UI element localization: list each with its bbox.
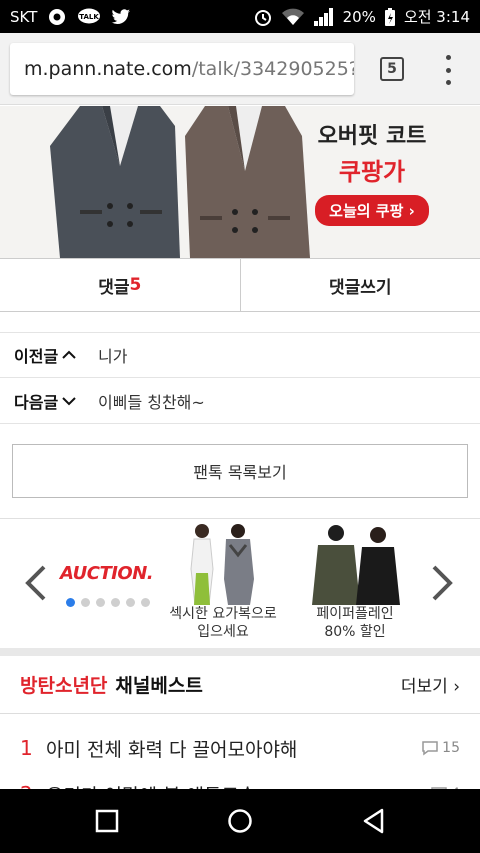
url-field[interactable]: m.pann.nate.com/talk/334290525?cl — [10, 43, 354, 95]
carousel-dots — [66, 598, 150, 607]
comments-label: 댓글 — [98, 277, 130, 298]
kakaotalk-icon — [47, 7, 67, 27]
carousel-dot — [66, 598, 75, 607]
ad-product-paperplane-caption-1: 페이퍼플레인 — [316, 606, 394, 622]
talk-icon: TALK — [77, 8, 101, 26]
wifi-icon — [281, 8, 305, 26]
carrier-label: SKT — [10, 7, 38, 26]
chevron-down-icon — [62, 396, 76, 405]
comment-count: 15 — [421, 740, 460, 756]
signal-icon — [313, 7, 335, 27]
recent-apps-icon[interactable] — [95, 809, 119, 833]
carousel-prev-icon[interactable] — [22, 563, 48, 603]
url-host: m.pann.nate.com — [24, 58, 192, 80]
overflow-menu-icon[interactable] — [440, 55, 456, 85]
best-rank: 1 — [20, 736, 33, 760]
battery-icon — [384, 7, 396, 27]
next-post-title: 이삐들 칭찬해~ — [98, 392, 205, 412]
back-icon[interactable] — [362, 808, 386, 834]
section-divider — [0, 648, 480, 656]
pantalk-list-button[interactable]: 팬톡 목록보기 — [12, 444, 468, 498]
prev-post-title: 니가 — [98, 347, 128, 366]
channel-name[interactable]: 방탄소년단 — [20, 671, 107, 698]
url-path: /talk/334290525?cl — [191, 58, 354, 80]
banner-title: 오버핏 코트 — [317, 124, 427, 149]
comment-icon — [422, 741, 438, 756]
ad-product-paperplane[interactable]: 페이퍼플레인 80% 할인 — [292, 521, 418, 641]
write-comment-button[interactable]: 댓글쓰기 — [239, 259, 480, 311]
prev-post-row[interactable]: 이전글 니가 — [0, 332, 480, 378]
auction-logo[interactable]: AUCTION. — [60, 563, 154, 584]
channel-best-header: 방탄소년단 채널베스트 더보기 › — [0, 656, 480, 714]
battery-percent: 20% — [342, 7, 376, 26]
status-bar: SKT TALK 20% 오전 3:14 — [0, 0, 480, 33]
ad-product-yoga-caption-2: 입으세요 — [197, 624, 249, 640]
tab-switcher-button[interactable]: 5 — [380, 57, 404, 81]
next-post-label: 다음글 — [14, 392, 59, 412]
carousel-dot — [96, 598, 105, 607]
coupang-today-button[interactable]: 오늘의 쿠팡 › — [315, 195, 429, 226]
twitter-icon — [111, 8, 131, 25]
android-nav-bar — [0, 789, 480, 853]
coat-banner-ad[interactable]: 오버핏 코트 쿠팡가 오늘의 쿠팡 › — [0, 106, 480, 258]
banner-subtitle: 쿠팡가 — [338, 158, 406, 186]
more-link[interactable]: 더보기 › — [401, 672, 460, 697]
next-post-row[interactable]: 다음글 이삐들 칭찬해~ — [0, 378, 480, 424]
chevron-up-icon — [62, 350, 76, 359]
carousel-dot — [81, 598, 90, 607]
sweater-image — [292, 521, 418, 605]
alarm-icon — [253, 7, 273, 27]
comments-tab[interactable]: 댓글 5 — [0, 259, 240, 311]
svg-text:TALK: TALK — [80, 13, 100, 21]
carousel-dot — [111, 598, 120, 607]
write-comment-label: 댓글쓰기 — [328, 277, 392, 298]
comments-count: 5 — [129, 275, 142, 295]
coat-image — [50, 106, 310, 258]
auction-ad-carousel: AUCTION. 섹시한 요가복으로 입으세요 페이퍼플레인 80% 할인 — [0, 518, 480, 648]
ad-product-yoga[interactable]: 섹시한 요가복으로 입으세요 — [160, 521, 286, 641]
ad-product-yoga-caption-1: 섹시한 요가복으로 — [169, 606, 277, 622]
comment-count-value: 15 — [442, 740, 460, 756]
carousel-dot — [126, 598, 135, 607]
best-title: 아미 전체 화력 다 끌어모아야해 — [46, 738, 298, 761]
browser-toolbar: m.pann.nate.com/talk/334290525?cl 5 — [0, 33, 480, 105]
carousel-next-icon[interactable] — [430, 563, 456, 603]
comment-bar: 댓글 5 댓글쓰기 — [0, 258, 480, 312]
ad-product-paperplane-caption-2: 80% 할인 — [324, 624, 386, 640]
best-list-item[interactable]: 1 아미 전체 화력 다 끌어모아야해 15 — [0, 724, 480, 772]
prev-post-label: 이전글 — [14, 347, 59, 366]
home-icon[interactable] — [227, 808, 253, 834]
channel-best-title: 채널베스트 — [115, 675, 203, 697]
yoga-wear-image — [160, 521, 286, 606]
carousel-dot — [141, 598, 150, 607]
clock: 오전 3:14 — [403, 8, 470, 26]
